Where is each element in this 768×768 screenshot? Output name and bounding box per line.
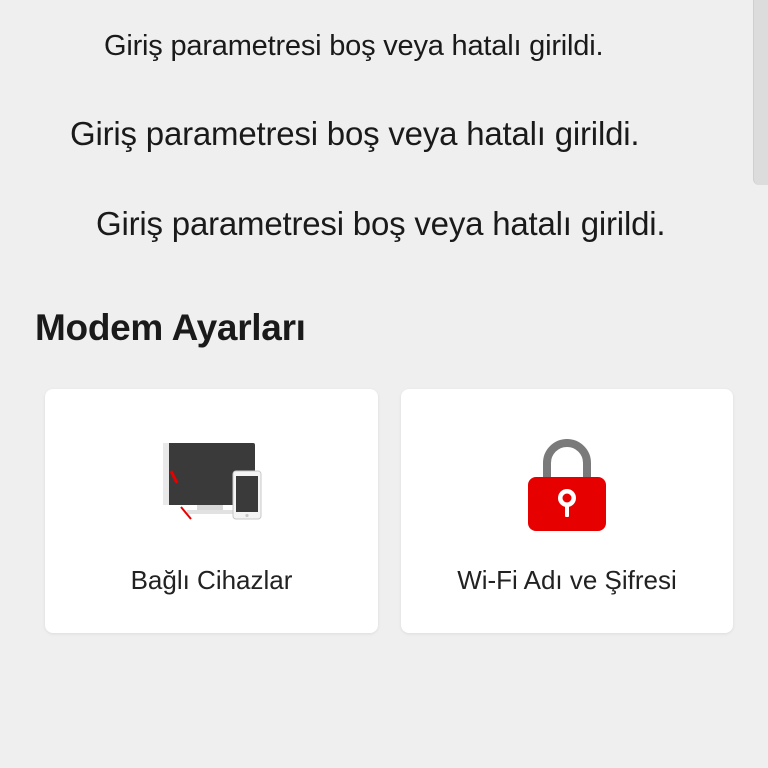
wifi-settings-label: Wi-Fi Adı ve Şifresi <box>457 565 677 595</box>
section-title: Modem Ayarları <box>35 307 306 348</box>
error-message-2: Giriş parametresi boş veya hatalı girild… <box>70 115 640 152</box>
connected-devices-icon <box>157 433 267 528</box>
connected-devices-card[interactable]: Bağlı Cihazlar <box>45 389 378 633</box>
wifi-settings-card[interactable]: Wi-Fi Adı ve Şifresi <box>401 389 733 633</box>
padlock-icon <box>522 433 612 538</box>
error-message-1: Giriş parametresi boş veya hatalı girild… <box>104 30 604 62</box>
connected-devices-label: Bağlı Cihazlar <box>130 565 293 595</box>
scrollbar[interactable] <box>753 0 768 185</box>
error-message-3: Giriş parametresi boş veya hatalı girild… <box>96 205 666 242</box>
